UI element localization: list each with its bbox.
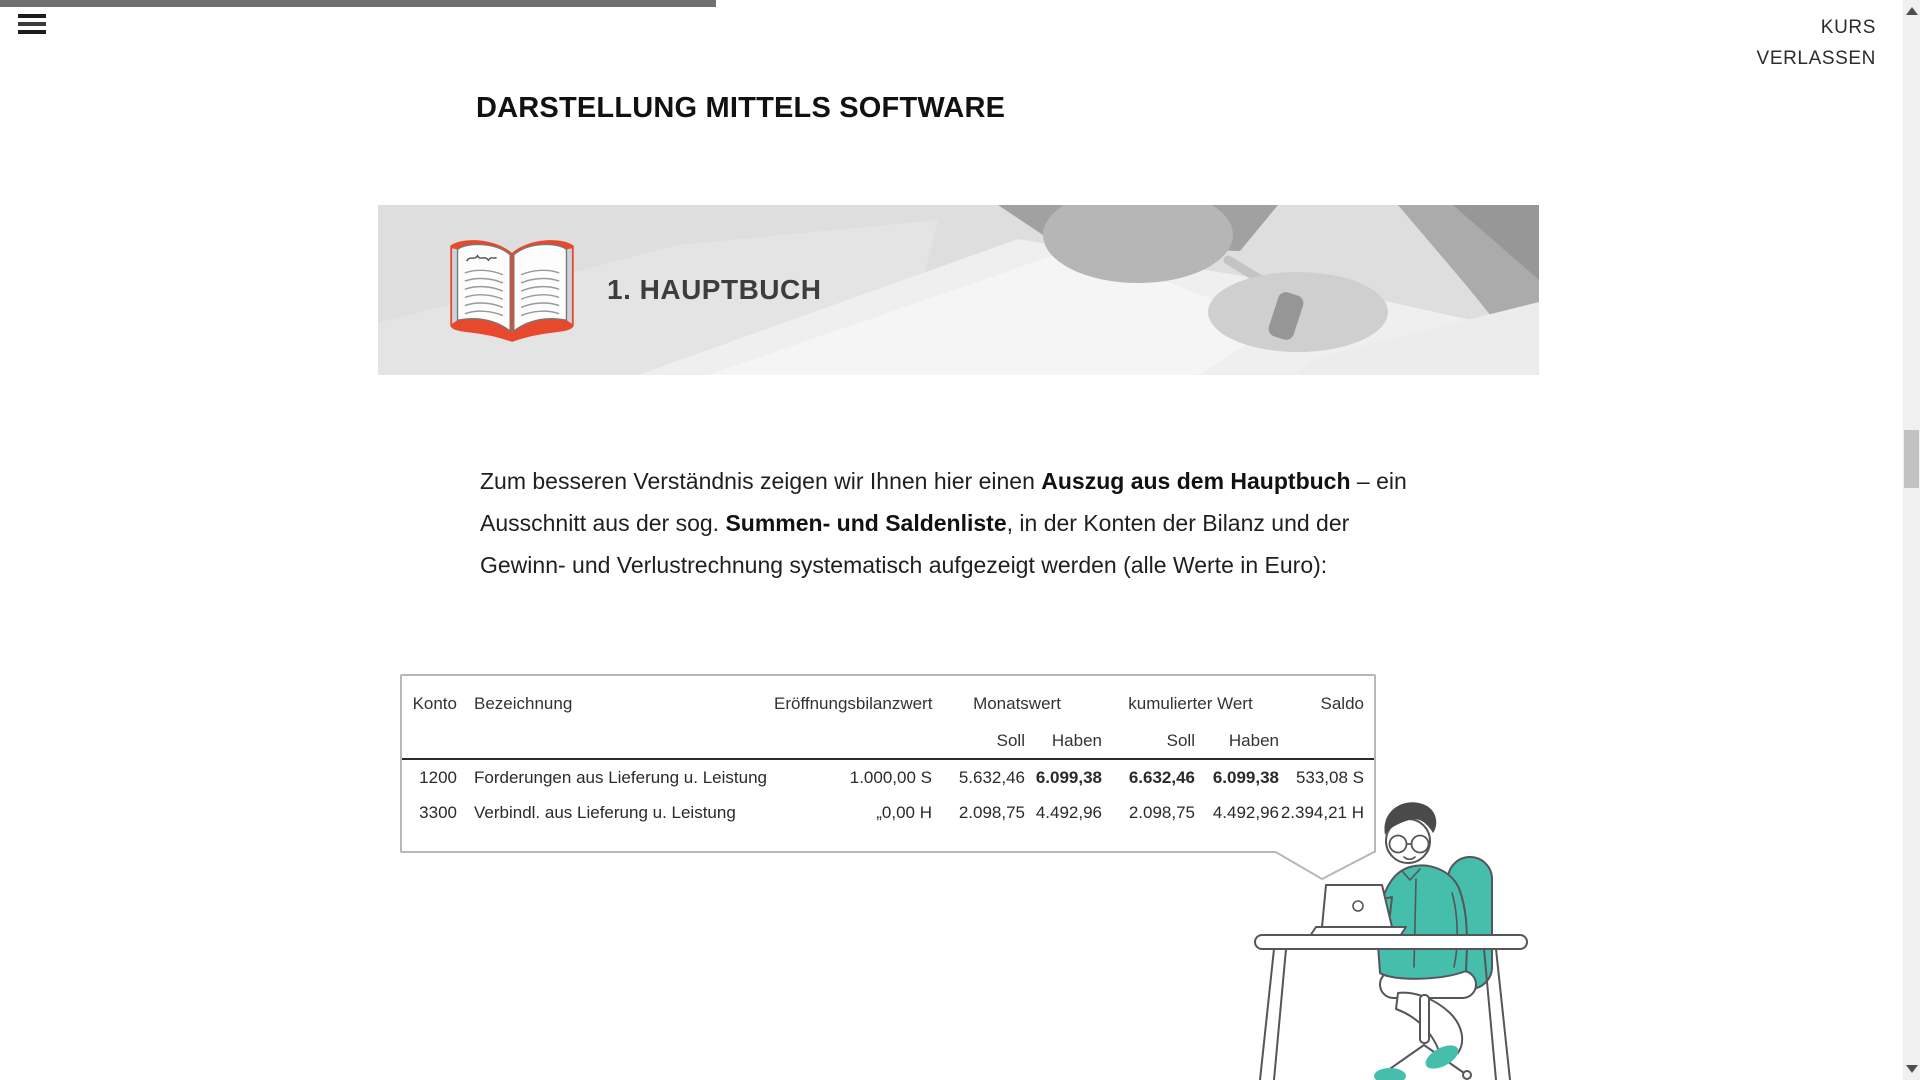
menu-button[interactable]	[18, 14, 48, 38]
table-subheader-row: Soll Haben Soll Haben	[402, 724, 1374, 760]
intro-bold-text: Auszug aus dem Hauptbuch	[1041, 468, 1350, 494]
banner-title: 1. HAUPTBUCH	[607, 205, 821, 375]
table-cell: 1.000,00 S	[774, 768, 932, 788]
scroll-down-icon[interactable]	[1906, 1065, 1918, 1073]
intro-text: Zum besseren Verständnis zeigen wir Ihne…	[480, 468, 1041, 494]
hamburger-icon	[18, 14, 48, 34]
person-at-desk-illustration	[1230, 795, 1560, 1080]
intro-paragraph: Zum besseren Verständnis zeigen wir Ihne…	[480, 460, 1420, 586]
table-cell: „0,00 H	[774, 803, 932, 823]
subheader-kumuliert-haben: Haben	[1195, 731, 1279, 751]
table-cell: 533,08 S	[1279, 768, 1364, 788]
table-cell: 6.632,46	[1102, 768, 1195, 788]
open-book-icon	[438, 233, 586, 351]
column-header-saldo: Saldo	[1279, 694, 1364, 714]
exit-course-label-line1: KURS	[1757, 12, 1876, 43]
column-header-bezeichnung: Bezeichnung	[457, 694, 774, 714]
column-header-monatswert: Monatswert	[932, 694, 1102, 714]
column-header-kumulierter-wert: kumulierter Wert	[1102, 694, 1279, 714]
table-cell: Forderungen aus Lieferung u. Leistung	[457, 768, 774, 788]
table-cell: 2.098,75	[1102, 803, 1195, 823]
table-row: 3300Verbindl. aus Lieferung u. Leistung„…	[402, 795, 1374, 830]
subheader-monat-soll: Soll	[932, 731, 1025, 751]
scroll-thumb[interactable]	[1904, 430, 1919, 488]
table-cell: 6.099,38	[1025, 768, 1102, 788]
scroll-up-icon[interactable]	[1906, 7, 1918, 15]
exit-course-label-line2: VERLASSEN	[1757, 43, 1876, 74]
table-row: 1200Forderungen aus Lieferung u. Leistun…	[402, 760, 1374, 795]
table-cell: 5.632,46	[932, 768, 1025, 788]
table-cell: 3300	[402, 803, 457, 823]
column-header-konto: Konto	[402, 694, 457, 714]
table-cell: 4.492,96	[1025, 803, 1102, 823]
table-cell: 2.098,75	[932, 803, 1025, 823]
table-cell: 1200	[402, 768, 457, 788]
table-body: 1200Forderungen aus Lieferung u. Leistun…	[402, 760, 1374, 830]
progress-bar	[0, 0, 716, 7]
banner-image: 1. HAUPTBUCH	[378, 205, 1539, 375]
subheader-kumuliert-soll: Soll	[1102, 731, 1195, 751]
page-title: DARSTELLUNG MITTELS SOFTWARE	[476, 92, 1005, 125]
intro-bold-text: Summen- und Saldenliste	[725, 510, 1006, 536]
table-header-row: Konto Bezeichnung Eröffnungsbilanzwert M…	[402, 684, 1374, 724]
scrollbar[interactable]	[1903, 0, 1920, 1080]
column-header-eroeffnungsbilanzwert: Eröffnungsbilanzwert	[774, 694, 932, 714]
table-cell: 6.099,38	[1195, 768, 1279, 788]
table-cell: Verbindl. aus Lieferung u. Leistung	[457, 803, 774, 823]
exit-course-button[interactable]: KURS VERLASSEN	[1757, 12, 1876, 74]
subheader-monat-haben: Haben	[1025, 731, 1102, 751]
